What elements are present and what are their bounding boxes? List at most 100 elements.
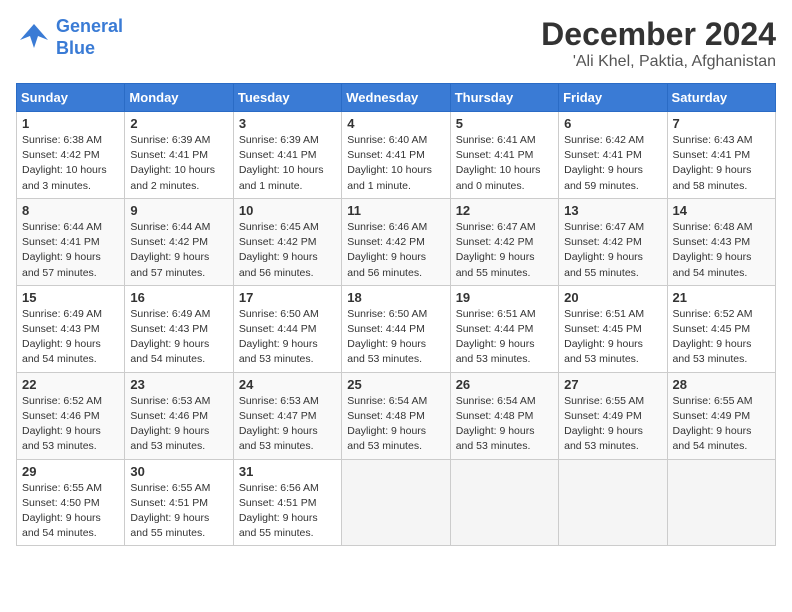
calendar-cell: 12 Sunrise: 6:47 AM Sunset: 4:42 PM Dayli… xyxy=(450,198,558,285)
calendar-week-1: 1 Sunrise: 6:38 AM Sunset: 4:42 PM Daylig… xyxy=(17,112,776,199)
day-number: 12 xyxy=(456,203,553,218)
day-number: 26 xyxy=(456,377,553,392)
calendar-cell: 17 Sunrise: 6:50 AM Sunset: 4:44 PM Dayli… xyxy=(233,285,341,372)
day-number: 21 xyxy=(673,290,770,305)
calendar-cell: 19Sunrise: 6:51 AM Sunset: 4:44 PM Dayli… xyxy=(450,285,558,372)
day-info: Sunrise: 6:53 AM Sunset: 4:46 PM Dayligh… xyxy=(130,394,227,455)
day-number: 1 xyxy=(22,116,119,131)
calendar-week-2: 8 Sunrise: 6:44 AM Sunset: 4:41 PM Daylig… xyxy=(17,198,776,285)
day-info: Sunrise: 6:48 AM Sunset: 4:43 PM Dayligh… xyxy=(673,220,770,281)
day-info: Sunrise: 6:44 AM Sunset: 4:41 PM Dayligh… xyxy=(22,220,119,281)
calendar-cell: 27 Sunrise: 6:55 AM Sunset: 4:49 PM Dayli… xyxy=(559,372,667,459)
day-number: 27 xyxy=(564,377,661,392)
month-title: December 2024 xyxy=(541,16,776,53)
calendar-week-5: 29Sunrise: 6:55 AM Sunset: 4:50 PM Dayli… xyxy=(17,459,776,546)
day-info: Sunrise: 6:39 AM Sunset: 4:41 PM Dayligh… xyxy=(239,133,336,194)
page-header: General Blue December 2024 'Ali Khel, Pa… xyxy=(16,16,776,71)
day-number: 31 xyxy=(239,464,336,479)
day-info: Sunrise: 6:42 AM Sunset: 4:41 PM Dayligh… xyxy=(564,133,661,194)
day-info: Sunrise: 6:44 AM Sunset: 4:42 PM Dayligh… xyxy=(130,220,227,281)
day-number: 17 xyxy=(239,290,336,305)
header-cell-thursday: Thursday xyxy=(450,84,558,112)
day-number: 3 xyxy=(239,116,336,131)
calendar-cell: 22 Sunrise: 6:52 AM Sunset: 4:46 PM Dayli… xyxy=(17,372,125,459)
day-number: 16 xyxy=(130,290,227,305)
day-number: 18 xyxy=(347,290,444,305)
calendar-week-4: 22 Sunrise: 6:52 AM Sunset: 4:46 PM Dayli… xyxy=(17,372,776,459)
day-info: Sunrise: 6:55 AM Sunset: 4:49 PM Dayligh… xyxy=(564,394,661,455)
day-info: Sunrise: 6:54 AM Sunset: 4:48 PM Dayligh… xyxy=(456,394,553,455)
calendar-cell: 20 Sunrise: 6:51 AM Sunset: 4:45 PM Dayli… xyxy=(559,285,667,372)
logo-icon xyxy=(16,20,52,56)
calendar-cell: 23 Sunrise: 6:53 AM Sunset: 4:46 PM Dayli… xyxy=(125,372,233,459)
header-cell-friday: Friday xyxy=(559,84,667,112)
day-number: 20 xyxy=(564,290,661,305)
calendar-cell: 29Sunrise: 6:55 AM Sunset: 4:50 PM Dayli… xyxy=(17,459,125,546)
logo-text: General Blue xyxy=(56,16,123,59)
header-cell-saturday: Saturday xyxy=(667,84,775,112)
day-info: Sunrise: 6:43 AM Sunset: 4:41 PM Dayligh… xyxy=(673,133,770,194)
day-info: Sunrise: 6:52 AM Sunset: 4:46 PM Dayligh… xyxy=(22,394,119,455)
calendar-cell: 13Sunrise: 6:47 AM Sunset: 4:42 PM Dayli… xyxy=(559,198,667,285)
location-title: 'Ali Khel, Paktia, Afghanistan xyxy=(541,53,776,71)
header-cell-wednesday: Wednesday xyxy=(342,84,450,112)
calendar-cell: 5 Sunrise: 6:41 AM Sunset: 4:41 PM Daylig… xyxy=(450,112,558,199)
day-number: 24 xyxy=(239,377,336,392)
calendar-cell xyxy=(450,459,558,546)
day-number: 8 xyxy=(22,203,119,218)
logo-line2: Blue xyxy=(56,38,123,60)
calendar-week-3: 15 Sunrise: 6:49 AM Sunset: 4:43 PM Dayli… xyxy=(17,285,776,372)
day-info: Sunrise: 6:47 AM Sunset: 4:42 PM Dayligh… xyxy=(456,220,553,281)
day-info: Sunrise: 6:56 AM Sunset: 4:51 PM Dayligh… xyxy=(239,481,336,542)
calendar-cell: 4Sunrise: 6:40 AM Sunset: 4:41 PM Daylig… xyxy=(342,112,450,199)
day-info: Sunrise: 6:49 AM Sunset: 4:43 PM Dayligh… xyxy=(130,307,227,368)
day-number: 30 xyxy=(130,464,227,479)
day-number: 7 xyxy=(673,116,770,131)
day-info: Sunrise: 6:38 AM Sunset: 4:42 PM Dayligh… xyxy=(22,133,119,194)
calendar-cell: 26 Sunrise: 6:54 AM Sunset: 4:48 PM Dayli… xyxy=(450,372,558,459)
logo: General Blue xyxy=(16,16,123,59)
day-number: 4 xyxy=(347,116,444,131)
day-info: Sunrise: 6:49 AM Sunset: 4:43 PM Dayligh… xyxy=(22,307,119,368)
day-number: 15 xyxy=(22,290,119,305)
calendar-cell xyxy=(342,459,450,546)
day-number: 11 xyxy=(347,203,444,218)
calendar-cell: 28 Sunrise: 6:55 AM Sunset: 4:49 PM Dayli… xyxy=(667,372,775,459)
calendar-cell: 18Sunrise: 6:50 AM Sunset: 4:44 PM Dayli… xyxy=(342,285,450,372)
calendar-cell xyxy=(559,459,667,546)
day-number: 28 xyxy=(673,377,770,392)
day-info: Sunrise: 6:41 AM Sunset: 4:41 PM Dayligh… xyxy=(456,133,553,194)
calendar-header-row: SundayMondayTuesdayWednesdayThursdayFrid… xyxy=(17,84,776,112)
calendar-cell: 24 Sunrise: 6:53 AM Sunset: 4:47 PM Dayli… xyxy=(233,372,341,459)
day-info: Sunrise: 6:47 AM Sunset: 4:42 PM Dayligh… xyxy=(564,220,661,281)
calendar-cell: 3 Sunrise: 6:39 AM Sunset: 4:41 PM Daylig… xyxy=(233,112,341,199)
calendar-cell: 7 Sunrise: 6:43 AM Sunset: 4:41 PM Daylig… xyxy=(667,112,775,199)
day-number: 2 xyxy=(130,116,227,131)
day-info: Sunrise: 6:55 AM Sunset: 4:51 PM Dayligh… xyxy=(130,481,227,542)
title-block: December 2024 'Ali Khel, Paktia, Afghani… xyxy=(541,16,776,71)
calendar-cell: 31 Sunrise: 6:56 AM Sunset: 4:51 PM Dayli… xyxy=(233,459,341,546)
calendar-table: SundayMondayTuesdayWednesdayThursdayFrid… xyxy=(16,83,776,546)
calendar-cell: 21Sunrise: 6:52 AM Sunset: 4:45 PM Dayli… xyxy=(667,285,775,372)
day-number: 5 xyxy=(456,116,553,131)
calendar-cell: 2Sunrise: 6:39 AM Sunset: 4:41 PM Daylig… xyxy=(125,112,233,199)
day-number: 19 xyxy=(456,290,553,305)
day-info: Sunrise: 6:55 AM Sunset: 4:49 PM Dayligh… xyxy=(673,394,770,455)
header-cell-monday: Monday xyxy=(125,84,233,112)
calendar-cell: 14 Sunrise: 6:48 AM Sunset: 4:43 PM Dayli… xyxy=(667,198,775,285)
day-number: 23 xyxy=(130,377,227,392)
day-info: Sunrise: 6:51 AM Sunset: 4:45 PM Dayligh… xyxy=(564,307,661,368)
day-number: 29 xyxy=(22,464,119,479)
header-cell-sunday: Sunday xyxy=(17,84,125,112)
day-info: Sunrise: 6:53 AM Sunset: 4:47 PM Dayligh… xyxy=(239,394,336,455)
day-info: Sunrise: 6:45 AM Sunset: 4:42 PM Dayligh… xyxy=(239,220,336,281)
day-info: Sunrise: 6:46 AM Sunset: 4:42 PM Dayligh… xyxy=(347,220,444,281)
day-number: 22 xyxy=(22,377,119,392)
day-number: 6 xyxy=(564,116,661,131)
calendar-cell: 11 Sunrise: 6:46 AM Sunset: 4:42 PM Dayli… xyxy=(342,198,450,285)
day-number: 14 xyxy=(673,203,770,218)
day-info: Sunrise: 6:50 AM Sunset: 4:44 PM Dayligh… xyxy=(239,307,336,368)
header-cell-tuesday: Tuesday xyxy=(233,84,341,112)
calendar-cell: 15 Sunrise: 6:49 AM Sunset: 4:43 PM Dayli… xyxy=(17,285,125,372)
calendar-cell xyxy=(667,459,775,546)
